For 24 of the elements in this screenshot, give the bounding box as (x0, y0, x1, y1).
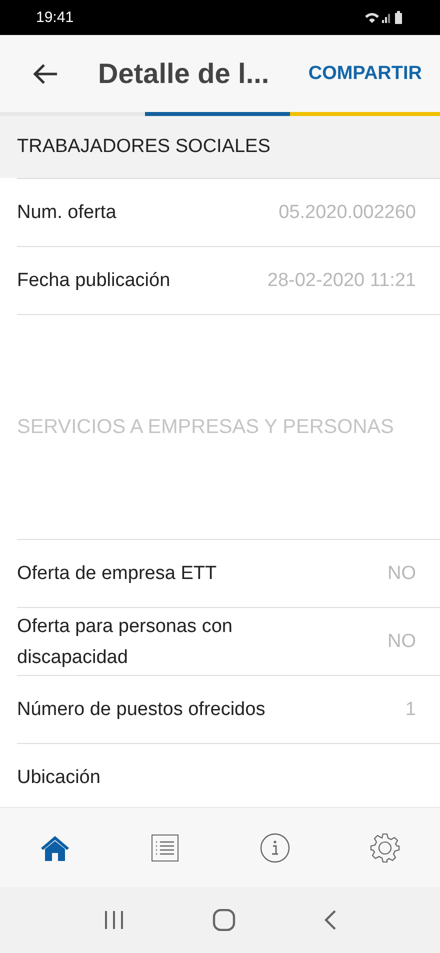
field-value: 1 (405, 698, 416, 720)
share-button[interactable]: COMPARTIR (308, 62, 422, 84)
sector-text: SERVICIOS A EMPRESAS Y PERSONAS (17, 415, 394, 440)
info-icon (260, 832, 290, 862)
list-icon (151, 834, 179, 862)
field-label: Num. oferta (17, 201, 116, 225)
home-icon (40, 834, 70, 862)
section-header: TRABAJADORES SOCIALES (0, 116, 440, 178)
field-value: NO (388, 562, 416, 584)
status-time: 19:41 (36, 9, 74, 26)
back-nav-icon[interactable] (322, 909, 337, 931)
settings-icon (370, 832, 400, 862)
back-icon[interactable] (32, 62, 58, 84)
field-value: 28-02-2020 11:21 (267, 270, 416, 292)
field-label: Fecha publicación (17, 269, 170, 293)
field-label: Ubicación (17, 766, 100, 790)
page-title: Detalle de l... (98, 58, 270, 90)
home-button-icon[interactable] (212, 909, 236, 931)
recents-icon[interactable] (103, 910, 126, 930)
field-label: Número de puestos ofrecidos (17, 698, 266, 722)
field-value: 05.2020.002260 (278, 202, 416, 224)
field-value: NO (388, 630, 416, 652)
field-label: Oferta para personas con discapacidad (17, 614, 234, 670)
field-label: Oferta de empresa ETT (17, 562, 217, 586)
